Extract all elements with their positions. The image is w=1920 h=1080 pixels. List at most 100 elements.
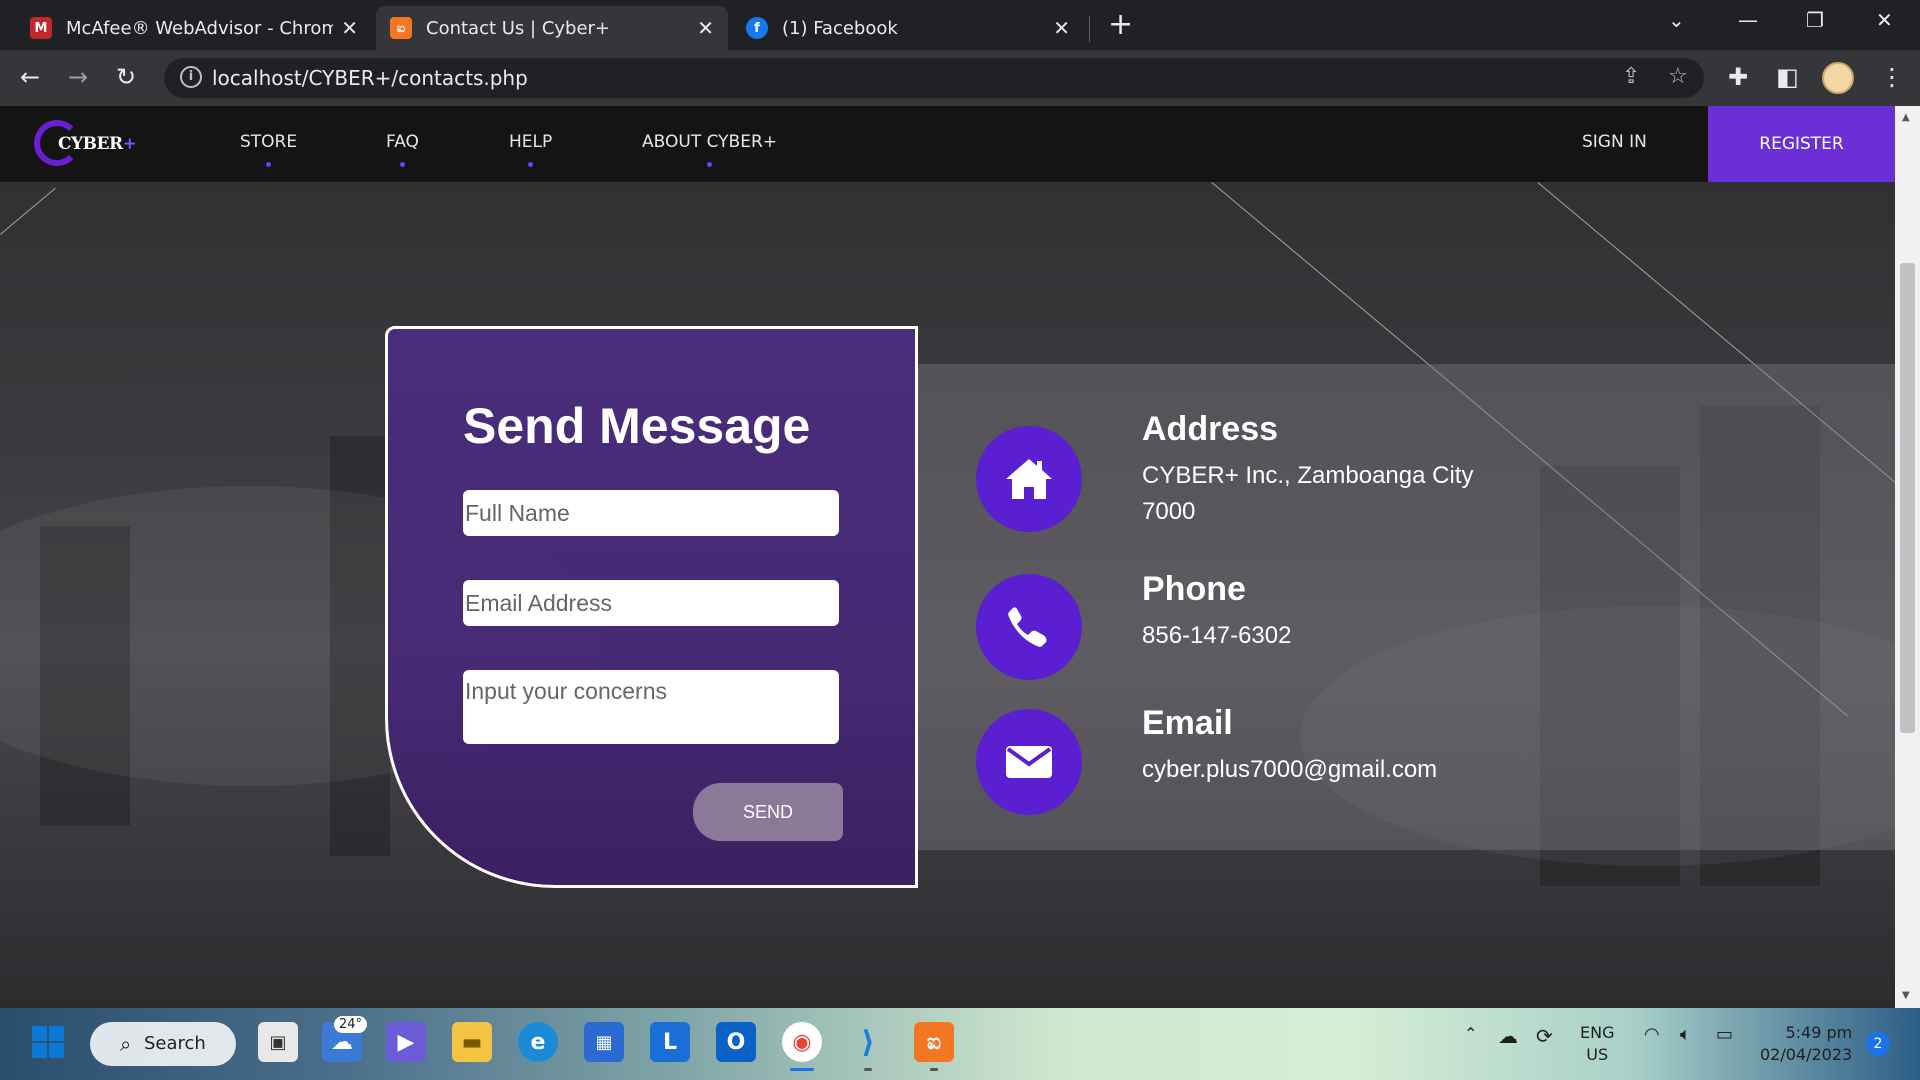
nav-store[interactable]: STORE (240, 132, 297, 167)
search-label: Search (144, 1033, 206, 1054)
onedrive-cloud-icon[interactable]: ☁ (1498, 1024, 1518, 1048)
forward-arrow-icon[interactable]: → (68, 62, 88, 92)
nav-help[interactable]: HELP (509, 132, 552, 167)
tab-title: Contact Us | Cyber+ (426, 17, 611, 39)
tab-contact-us[interactable]: ಐ Contact Us | Cyber+ ✕ (376, 6, 728, 50)
diagonal-line (0, 187, 56, 235)
envelope-icon (976, 709, 1082, 815)
contact-info-panel: Address CYBER+ Inc., Zamboanga City 7000… (918, 364, 1895, 850)
volume-icon[interactable]: 🔈︎ (1680, 1024, 1691, 1045)
logo-plus: + (122, 134, 137, 154)
phone-value: 856-147-6302 (1142, 622, 1292, 649)
xampp-icon[interactable]: ಐ (914, 1022, 954, 1062)
phone-icon (976, 574, 1082, 680)
sign-in-link[interactable]: SIGN IN (1582, 132, 1647, 152)
close-window-button[interactable]: ✕ (1876, 8, 1893, 32)
page-viewport: CYBER+ STORE FAQ HELP ABOUT CYBER+ SIGN … (0, 106, 1895, 1008)
scroll-up-arrow-icon[interactable]: ▲ (1902, 112, 1910, 123)
back-arrow-icon[interactable]: ← (20, 62, 40, 92)
keyboard-region: US (1586, 1045, 1609, 1064)
nav-dot (707, 162, 713, 167)
language-code: ENG (1580, 1023, 1615, 1042)
site-info-icon[interactable]: i (180, 66, 202, 88)
nav-label: FAQ (386, 132, 419, 152)
restore-button[interactable]: ❐ (1806, 8, 1824, 32)
sync-status-icon[interactable]: ⟳ (1536, 1024, 1553, 1048)
page-scrollbar[interactable]: ▲ ▼ (1895, 106, 1920, 1008)
nav-dot (266, 162, 272, 167)
tab-search-chevron-icon[interactable]: ⌄ (1668, 8, 1685, 32)
new-tab-button[interactable]: + (1108, 10, 1133, 40)
microsoft-store-icon[interactable]: ▦ (584, 1022, 624, 1062)
profile-avatar[interactable] (1822, 62, 1854, 94)
send-message-form: Send Message SEND (385, 326, 918, 888)
email-address-input[interactable] (463, 580, 839, 626)
nav-about[interactable]: ABOUT CYBER+ (642, 132, 777, 167)
wifi-icon[interactable]: ◠ (1644, 1024, 1660, 1045)
full-name-input[interactable] (463, 490, 839, 536)
nav-label: ABOUT CYBER+ (642, 132, 778, 152)
language-indicator[interactable]: ENG US (1580, 1022, 1614, 1066)
extensions-puzzle-icon[interactable]: ✚ (1728, 62, 1748, 92)
bookmark-star-icon[interactable]: ☆ (1668, 64, 1688, 89)
windows-taskbar: ⌕ Search ▣ ☁ 24° ▶ ▬ e ▦ L O ◉ ⟩ ಐ ⌃ ☁ ⟳… (0, 1008, 1920, 1080)
close-icon[interactable]: ✕ (341, 16, 358, 40)
outlook-icon[interactable]: O (716, 1022, 756, 1062)
battery-icon[interactable]: ▭ (1716, 1024, 1733, 1045)
url-text[interactable]: localhost/CYBER+/contacts.php (212, 66, 528, 90)
xampp-icon: ಐ (390, 17, 412, 39)
email-heading: Email (1142, 704, 1233, 742)
weather-temperature: 24° (334, 1016, 368, 1033)
cyber-plus-logo[interactable]: CYBER+ (34, 120, 137, 166)
register-button[interactable]: REGISTER (1708, 106, 1895, 182)
notification-badge[interactable]: 2 (1866, 1032, 1890, 1056)
phone-heading: Phone (1142, 570, 1246, 608)
address-line-1: CYBER+ Inc., Zamboanga City (1142, 462, 1474, 489)
scrollbar-thumb[interactable] (1900, 263, 1915, 733)
minimize-button[interactable]: — (1738, 8, 1758, 32)
nav-dot (399, 162, 405, 167)
address-line-2: 7000 (1142, 498, 1196, 525)
running-app-indicator (864, 1068, 872, 1071)
mcafee-icon: M (30, 17, 52, 39)
share-icon[interactable]: ⇪ (1622, 64, 1640, 89)
file-explorer-icon[interactable]: ▬ (452, 1022, 492, 1062)
logo-text: CYBER+ (58, 134, 137, 154)
browser-toolbar: ← → ↻ i localhost/CYBER+/contacts.php ⇪ … (0, 50, 1920, 106)
active-app-indicator (790, 1068, 814, 1071)
search-icon: ⌕ (120, 1032, 132, 1056)
site-navbar: CYBER+ STORE FAQ HELP ABOUT CYBER+ SIGN … (0, 106, 1895, 182)
edge-browser-icon[interactable]: e (518, 1022, 558, 1062)
scroll-down-arrow-icon[interactable]: ▼ (1902, 990, 1910, 1001)
nav-dot (528, 162, 534, 167)
email-value[interactable]: cyber.plus7000@gmail.com (1142, 752, 1437, 788)
chrome-icon[interactable]: ◉ (782, 1022, 822, 1062)
vscode-icon[interactable]: ⟩ (848, 1022, 888, 1062)
tab-separator (1089, 16, 1090, 42)
windows-start-icon[interactable] (28, 1022, 68, 1062)
teams-chat-icon[interactable]: ▶ (386, 1022, 426, 1062)
tab-facebook[interactable]: f (1) Facebook ✕ (732, 6, 1084, 50)
address-bar[interactable]: i localhost/CYBER+/contacts.php ⇪ ☆ (164, 58, 1704, 98)
logo-text-main: CYBER (58, 134, 123, 154)
clock-date: 02/04/2023 (1760, 1045, 1853, 1064)
clock[interactable]: 5:49 pm 02/04/2023 (1760, 1022, 1852, 1066)
show-hidden-icons-chevron-icon[interactable]: ⌃ (1464, 1024, 1477, 1043)
facebook-icon: f (746, 17, 768, 39)
task-view-icon[interactable]: ▣ (258, 1022, 298, 1062)
tab-mcafee[interactable]: M McAfee® WebAdvisor - Chrome ✕ (16, 6, 372, 50)
l-app-icon[interactable]: L (650, 1022, 690, 1062)
running-app-indicator (930, 1068, 938, 1071)
tab-title: McAfee® WebAdvisor - Chrome (66, 17, 334, 39)
send-button[interactable]: SEND (693, 783, 843, 841)
side-panel-icon[interactable]: ◧ (1776, 62, 1799, 92)
close-icon[interactable]: ✕ (1053, 16, 1070, 40)
address-heading: Address (1142, 410, 1279, 448)
nav-faq[interactable]: FAQ (386, 132, 419, 167)
concerns-textarea[interactable] (463, 670, 839, 744)
taskbar-search[interactable]: ⌕ Search (90, 1022, 236, 1066)
reload-icon[interactable]: ↻ (116, 62, 136, 92)
browser-tab-strip: M McAfee® WebAdvisor - Chrome ✕ ಐ Contac… (0, 0, 1920, 50)
menu-kebab-icon[interactable]: ⋮ (1880, 62, 1904, 92)
close-icon[interactable]: ✕ (697, 16, 714, 40)
